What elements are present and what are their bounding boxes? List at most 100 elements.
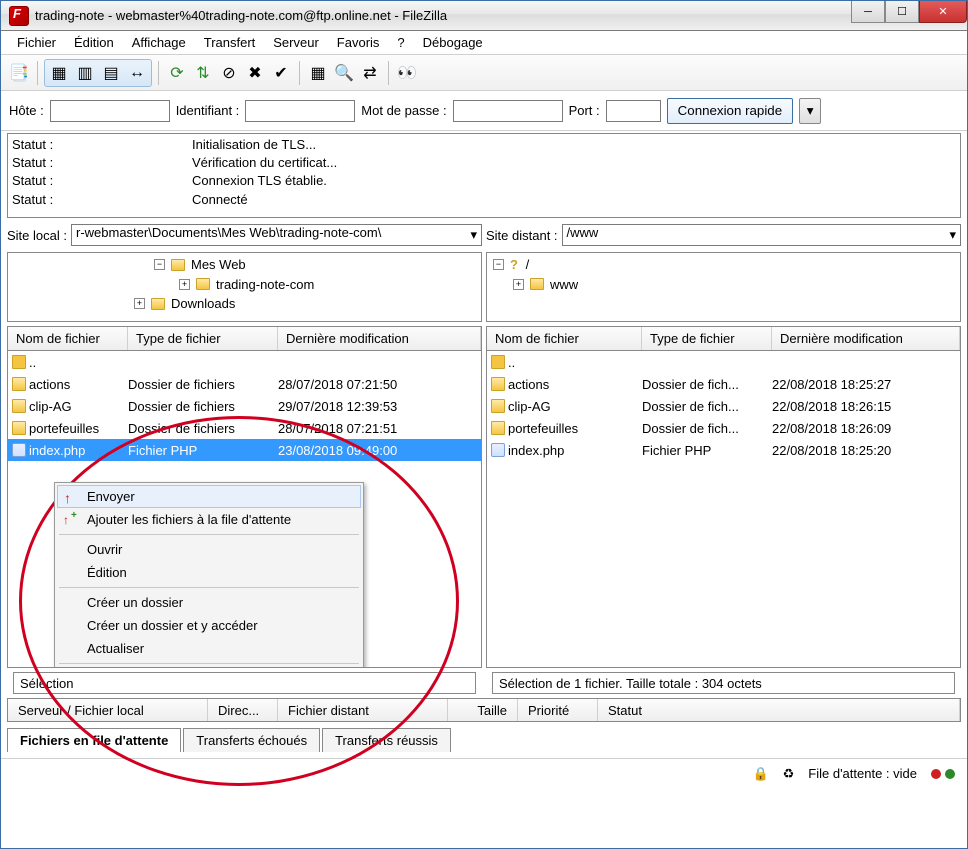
filter-button[interactable]: ▦	[306, 61, 330, 85]
collapse-icon[interactable]: −	[154, 259, 165, 270]
menu-affichage[interactable]: Affichage	[124, 33, 194, 52]
refresh-button[interactable]: ⟳	[165, 61, 189, 85]
tree-node-label[interactable]: trading-note-com	[216, 275, 314, 295]
remote-path-input[interactable]: /www	[562, 224, 961, 246]
updir-icon	[491, 355, 505, 369]
folder-icon	[491, 399, 505, 413]
folder-icon	[196, 278, 210, 290]
col-name[interactable]: Nom de fichier	[8, 327, 128, 350]
qcol-status[interactable]: Statut	[598, 699, 960, 721]
port-input[interactable]	[606, 100, 661, 122]
list-item[interactable]: clip-AGDossier de fich...22/08/2018 18:2…	[487, 395, 960, 417]
ctx-edit[interactable]: Édition	[57, 561, 361, 584]
local-tree[interactable]: − Mes Web + trading-note-com + Downloads	[7, 252, 482, 322]
folder-icon	[12, 399, 26, 413]
menu-help[interactable]: ?	[389, 33, 412, 52]
list-item-parent[interactable]: ..	[8, 351, 481, 373]
menu-debug[interactable]: Débogage	[415, 33, 491, 52]
pass-input[interactable]	[453, 100, 563, 122]
search-button[interactable]: 🔍	[332, 61, 356, 85]
add-queue-icon	[63, 512, 79, 528]
tree-node-label[interactable]: Mes Web	[191, 255, 246, 275]
app-icon	[9, 6, 29, 26]
ctx-create-folder-enter[interactable]: Créer un dossier et y accéder	[57, 614, 361, 637]
user-input[interactable]	[245, 100, 355, 122]
toggle-remote-tree-button[interactable]: ▤	[99, 61, 123, 85]
menu-separator	[59, 587, 359, 588]
process-queue-button[interactable]: ⇅	[191, 61, 215, 85]
maximize-button[interactable]: ☐	[885, 1, 919, 23]
qcol-server[interactable]: Serveur / Fichier local	[8, 699, 208, 721]
ctx-upload[interactable]: Envoyer	[57, 485, 361, 508]
status-text: Initialisation de TLS...	[192, 136, 316, 154]
expand-icon[interactable]: +	[179, 279, 190, 290]
tree-node-label[interactable]: /	[526, 255, 530, 275]
bottom-status-bar: 🔒 ♻ File d'attente : vide	[1, 758, 967, 788]
col-name[interactable]: Nom de fichier	[487, 327, 642, 350]
qcol-direction[interactable]: Direc...	[208, 699, 278, 721]
col-type[interactable]: Type de fichier	[128, 327, 278, 350]
local-file-list[interactable]: .. actionsDossier de fichiers28/07/2018 …	[7, 350, 482, 668]
tab-failed[interactable]: Transferts échoués	[183, 728, 320, 752]
status-text: Vérification du certificat...	[192, 154, 337, 172]
php-file-icon	[491, 443, 505, 457]
menu-favoris[interactable]: Favoris	[329, 33, 388, 52]
sync-button[interactable]: 👀	[395, 61, 419, 85]
tree-node-label[interactable]: Downloads	[171, 294, 235, 314]
list-item[interactable]: actionsDossier de fichiers28/07/2018 07:…	[8, 373, 481, 395]
toggle-local-tree-button[interactable]: ▥	[73, 61, 97, 85]
status-label: Statut :	[12, 191, 192, 209]
tab-success[interactable]: Transferts réussis	[322, 728, 451, 752]
list-item-parent[interactable]: ..	[487, 351, 960, 373]
local-path-input[interactable]: r-webmaster\Documents\Mes Web\trading-no…	[71, 224, 482, 246]
menu-edition[interactable]: Édition	[66, 33, 122, 52]
expand-icon[interactable]: +	[513, 279, 524, 290]
compare-button[interactable]: ⇄	[358, 61, 382, 85]
ctx-refresh[interactable]: Actualiser	[57, 637, 361, 660]
menu-fichier[interactable]: Fichier	[9, 33, 64, 52]
status-label: Statut :	[12, 154, 192, 172]
sitemanager-button[interactable]: 📑	[7, 61, 31, 85]
close-button[interactable]: ✕	[919, 1, 967, 23]
qcol-remote[interactable]: Fichier distant	[278, 699, 448, 721]
quickconnect-dropdown[interactable]: ▾	[799, 98, 821, 124]
ctx-open[interactable]: Ouvrir	[57, 538, 361, 561]
col-type[interactable]: Type de fichier	[642, 327, 772, 350]
list-item[interactable]: actionsDossier de fich...22/08/2018 18:2…	[487, 373, 960, 395]
expand-icon[interactable]: +	[134, 298, 145, 309]
tree-node-label[interactable]: www	[550, 275, 578, 295]
menu-serveur[interactable]: Serveur	[265, 33, 327, 52]
list-item[interactable]: index.phpFichier PHP22/08/2018 18:25:20	[487, 439, 960, 461]
reconnect-button[interactable]: ✔	[269, 61, 293, 85]
toggle-log-button[interactable]: ▦	[47, 61, 71, 85]
list-item[interactable]: clip-AGDossier de fichiers29/07/2018 12:…	[8, 395, 481, 417]
toggle-queue-button[interactable]: ↔	[125, 61, 149, 85]
remote-file-list[interactable]: .. actionsDossier de fich...22/08/2018 1…	[486, 350, 961, 668]
menu-transfert[interactable]: Transfert	[196, 33, 264, 52]
collapse-icon[interactable]: −	[493, 259, 504, 270]
folder-icon	[491, 377, 505, 391]
host-input[interactable]	[50, 100, 170, 122]
tab-queued[interactable]: Fichiers en file d'attente	[7, 728, 181, 752]
status-log[interactable]: Statut :Initialisation de TLS... Statut …	[7, 133, 961, 218]
quickconnect-button[interactable]: Connexion rapide	[667, 98, 793, 124]
ctx-delete[interactable]: Supprimer	[57, 667, 361, 668]
folder-icon	[491, 421, 505, 435]
ctx-add-queue[interactable]: Ajouter les fichiers à la file d'attente	[57, 508, 361, 531]
titlebar: trading-note - webmaster%40trading-note.…	[1, 1, 967, 31]
minimize-button[interactable]: ─	[851, 1, 885, 23]
ctx-create-folder[interactable]: Créer un dossier	[57, 591, 361, 614]
disconnect-button[interactable]: ✖	[243, 61, 267, 85]
qcol-size[interactable]: Taille	[448, 699, 518, 721]
menu-separator	[59, 534, 359, 535]
folder-icon	[12, 377, 26, 391]
col-mod[interactable]: Dernière modification	[278, 327, 481, 350]
list-item[interactable]: portefeuillesDossier de fich...22/08/201…	[487, 417, 960, 439]
cancel-button[interactable]: ⊘	[217, 61, 241, 85]
col-mod[interactable]: Dernière modification	[772, 327, 960, 350]
qcol-priority[interactable]: Priorité	[518, 699, 598, 721]
folder-icon	[12, 421, 26, 435]
remote-tree[interactable]: −? / +www	[486, 252, 961, 322]
list-item[interactable]: portefeuillesDossier de fichiers28/07/20…	[8, 417, 481, 439]
list-item-selected[interactable]: index.phpFichier PHP23/08/2018 09:49:00	[8, 439, 481, 461]
